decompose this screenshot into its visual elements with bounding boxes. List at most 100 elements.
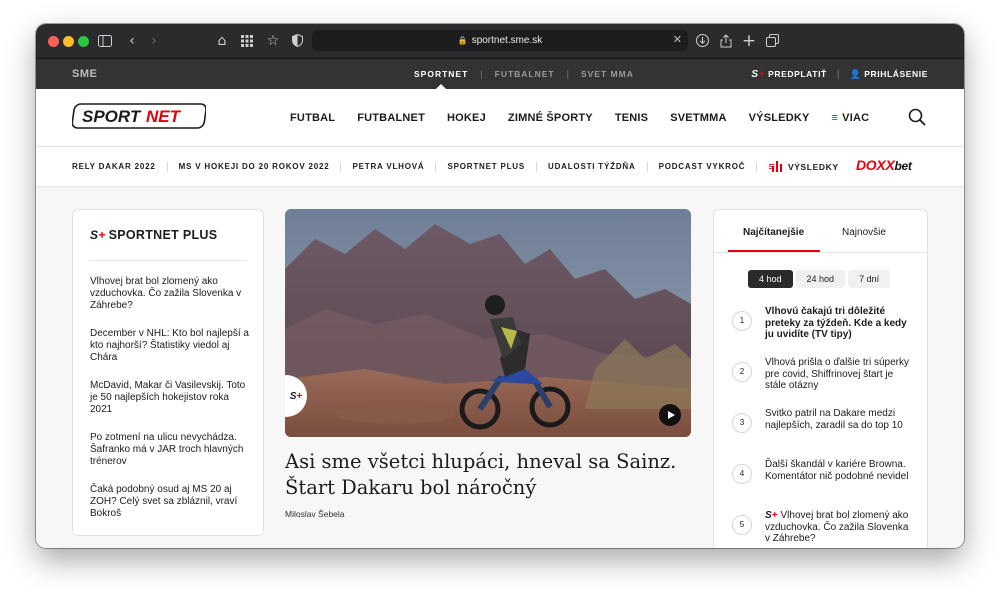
sme-logo[interactable]: SME — [72, 68, 97, 80]
period-4h[interactable]: 4 hod — [748, 270, 793, 288]
star-icon[interactable]: ☆ — [263, 31, 283, 51]
hero-headline[interactable]: Asi sme všetci hlupáci, hneval sa Sainz.… — [285, 449, 685, 501]
divider — [90, 260, 246, 261]
new-tab-icon[interactable]: + — [739, 31, 759, 51]
page-content: S+ SPORTNET PLUS Vlhovej brat bol zlomený… — [36, 187, 964, 548]
play-icon[interactable] — [659, 404, 681, 426]
period-24h[interactable]: 24 hod — [795, 270, 846, 288]
rank-number: 2 — [732, 362, 752, 382]
rank-title: S+ Vlhovej brat bol zlomený ako vzduchovk… — [765, 510, 909, 544]
topic-links: RELY DAKAR 2022 MS V HOKEJI DO 20 ROKOV … — [72, 147, 775, 186]
period-selector: 4 hod 24 hod 7 dní — [748, 270, 891, 288]
logo-net: NET — [146, 107, 182, 126]
sportnet-plus-card: S+ SPORTNET PLUS Vlhovej brat bol zlomený… — [72, 209, 264, 536]
splus-icon: S+ — [90, 228, 106, 242]
shield-icon[interactable] — [287, 31, 307, 51]
list-item[interactable]: 3 Svitko patril na Dakare medzi najlepší… — [732, 408, 920, 459]
list-item[interactable]: 2 Vlhová prišla o ďalšie tri súperky pre… — [732, 357, 920, 408]
splus-icon: S+ — [289, 390, 303, 402]
rank-number: 1 — [732, 311, 752, 331]
nav-futbalnet[interactable]: FUTBALNET — [346, 112, 436, 124]
main-nav-items: FUTBAL FUTBALNET HOKEJ ZIMNÉ ŠPORTY TENI… — [279, 89, 880, 146]
download-icon[interactable] — [692, 31, 712, 51]
rank-title: Vlhová prišla o ďalšie tri súperky pre c… — [765, 357, 909, 391]
article-author[interactable]: Miloslav Šebela — [285, 509, 345, 519]
tab-najcitanejsie[interactable]: Najčítanejšie — [743, 227, 804, 238]
sme-portal-links: SPORTNET | FUTBALNET | SVET MMA — [402, 59, 646, 89]
minimize-window-button[interactable] — [63, 36, 74, 47]
nav-tenis[interactable]: TENIS — [604, 112, 659, 124]
address-bar[interactable]: 🔒 sportnet.sme.sk ✕ — [312, 30, 688, 51]
tabs-overview-icon[interactable] — [762, 31, 782, 51]
tab-najnovsie[interactable]: Najnovšie — [842, 227, 886, 238]
account-links: S+ PREDPLATIŤ | 👤 PRIHLÁSENIE — [751, 59, 928, 89]
nav-zimne-sporty[interactable]: ZIMNÉ ŠPORTY — [497, 112, 604, 124]
lock-icon: 🔒 — [457, 36, 468, 45]
list-item[interactable]: December v NHL: Kto bol najlepší a kto n… — [90, 328, 250, 380]
nav-svetmma[interactable]: SVETMMA — [659, 112, 737, 124]
share-icon[interactable] — [716, 31, 736, 51]
nav-vysledky[interactable]: VÝSLEDKY — [738, 112, 821, 124]
portal-link-svet-mma[interactable]: SVET MMA — [569, 59, 646, 89]
sportnet-logo[interactable]: SPORT NET — [72, 103, 206, 129]
results-link[interactable]: VÝSLEDKY — [772, 161, 839, 172]
hero-image[interactable] — [285, 209, 691, 437]
most-read-list: 1 Vlhovú čakajú tri dôležité preteky za … — [732, 306, 920, 548]
rank-number: 5 — [732, 515, 752, 535]
back-icon[interactable]: ‹ — [122, 31, 142, 51]
list-item[interactable]: 1 Vlhovú čakajú tri dôležité preteky za … — [732, 306, 920, 357]
topic-sportnet-plus[interactable]: SPORTNET PLUS — [435, 161, 536, 172]
topic-petra-vlhova[interactable]: PETRA VLHOVÁ — [340, 161, 435, 172]
most-read-tabs: Najčítanejšie Najnovšie — [714, 210, 927, 253]
nav-futbal[interactable]: FUTBAL — [279, 112, 346, 124]
period-7d[interactable]: 7 dní — [848, 270, 891, 288]
rank-number: 3 — [732, 413, 752, 433]
portal-link-sportnet[interactable]: SPORTNET — [402, 59, 480, 89]
clear-url-icon[interactable]: ✕ — [673, 30, 682, 51]
search-icon[interactable] — [908, 108, 926, 126]
logo-sport: SPORT — [82, 107, 142, 126]
rank-title: Ďalší škandál v kariére Browna. Komentát… — [765, 459, 909, 482]
zoom-window-button[interactable] — [78, 36, 89, 47]
plus-article-list: Vlhovej brat bol zlomený ako vzduchovka.… — [90, 276, 250, 536]
results-label: VÝSLEDKY — [788, 161, 839, 172]
card-title[interactable]: S+ SPORTNET PLUS — [90, 228, 217, 242]
splus-icon: S+ — [751, 68, 766, 80]
rank-title: Svitko patril na Dakare medzi najlepších… — [765, 408, 903, 431]
topic-podcast-vykroc[interactable]: PODCAST VYKROČ — [646, 161, 757, 172]
grid-icon[interactable] — [237, 31, 257, 51]
sidebar-icon[interactable] — [95, 31, 115, 51]
nav-more-button[interactable]: ≡ VIAC — [821, 112, 881, 124]
most-read-card: Najčítanejšie Najnovšie 4 hod 24 hod 7 d… — [713, 209, 928, 548]
topic-udalosti-tyzdna[interactable]: UDALOSTI TÝŽDŇA — [536, 161, 647, 172]
main-navigation: SPORT NET FUTBAL FUTBALNET HOKEJ ZIMNÉ Š… — [36, 89, 964, 147]
browser-toolbar: ‹ › ⌂ ☆ 🔒 sportnet.sme.sk ✕ + — [36, 24, 964, 59]
bar-chart-icon — [772, 161, 782, 172]
separator: | — [836, 68, 840, 80]
list-item[interactable]: Po zotmení na ulicu nevychádza. Šafranko… — [90, 432, 250, 484]
sme-top-bar: SME SPORTNET | FUTBALNET | SVET MMA S+ PR… — [36, 59, 964, 89]
splus-icon: S+ — [765, 510, 778, 521]
list-item[interactable]: Čaká podobný osud aj MS 20 aj ZOH? Celý … — [90, 484, 250, 536]
rank-title: Vlhovú čakajú tri dôležité preteky za tý… — [765, 306, 907, 340]
user-icon: 👤 — [849, 68, 862, 79]
login-link[interactable]: 👤 PRIHLÁSENIE — [849, 69, 928, 80]
close-window-button[interactable] — [48, 36, 59, 47]
rank-number: 4 — [732, 464, 752, 484]
hamburger-icon: ≡ — [831, 111, 839, 124]
topics-navigation: RELY DAKAR 2022 MS V HOKEJI DO 20 ROKOV … — [36, 147, 964, 187]
list-item[interactable]: Vlhovej brat bol zlomený ako vzduchovka.… — [90, 276, 250, 328]
doxxbet-logo[interactable]: DOXXbet — [856, 157, 912, 173]
portal-link-futbalnet[interactable]: FUTBALNET — [483, 59, 567, 89]
topic-rely-dakar[interactable]: RELY DAKAR 2022 — [72, 162, 167, 172]
nav-hokej[interactable]: HOKEJ — [436, 112, 497, 124]
url-text: sportnet.sme.sk — [471, 35, 543, 46]
subscribe-link[interactable]: S+ PREDPLATIŤ — [751, 69, 826, 80]
list-item[interactable]: 4 Ďalší škandál v kariére Browna. Koment… — [732, 459, 920, 510]
forward-icon[interactable]: › — [144, 31, 164, 51]
home-icon[interactable]: ⌂ — [212, 31, 232, 51]
list-item[interactable]: 5 S+ Vlhovej brat bol zlomený ako vzducho… — [732, 510, 920, 548]
list-item[interactable]: McDavid, Makar či Vasilevskij. Toto je 5… — [90, 380, 250, 432]
active-tab-indicator — [728, 250, 820, 252]
topic-ms-hokej-u20[interactable]: MS V HOKEJI DO 20 ROKOV 2022 — [166, 161, 341, 172]
